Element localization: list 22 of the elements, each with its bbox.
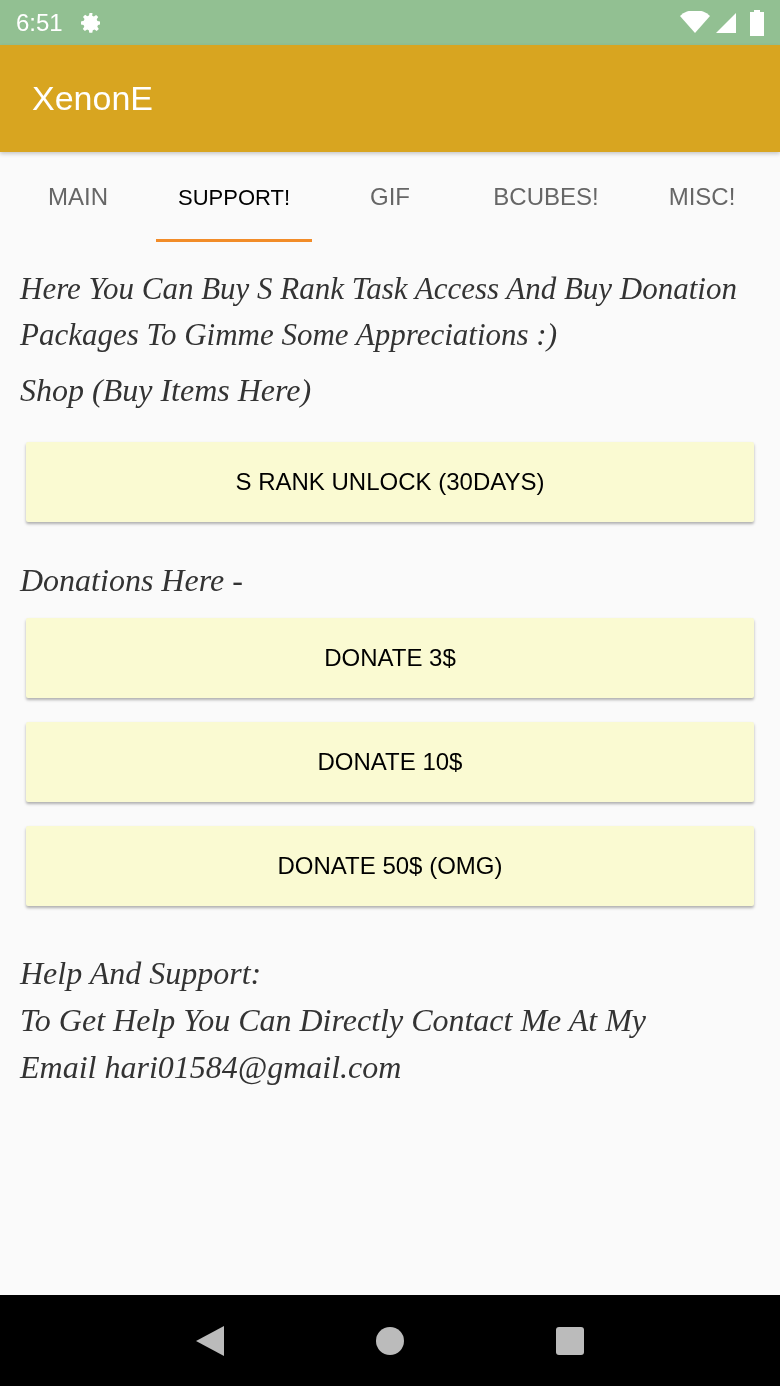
home-icon[interactable] bbox=[376, 1326, 404, 1355]
shop-button[interactable]: DONATE 3$ bbox=[26, 618, 754, 698]
shop-heading: Shop (Buy Items Here) bbox=[19, 371, 313, 410]
status-time: 6:51 bbox=[16, 7, 63, 38]
tab[interactable]: GIF bbox=[312, 152, 468, 242]
tab[interactable]: MAIN bbox=[0, 152, 156, 242]
help-text: To Get Help You Can Directly Contact Me At My Email hari01584@gmail.com bbox=[20, 1001, 648, 1087]
back-icon[interactable] bbox=[196, 1325, 224, 1356]
donations-heading: Donations Here - bbox=[18, 561, 244, 600]
wifi-icon bbox=[680, 10, 710, 35]
help-title: Help And Support: bbox=[20, 954, 263, 993]
tab[interactable]: SUPPORT! bbox=[156, 152, 312, 242]
intro-text: Here You Can Buy S Rank Task Access And Buy Donation Packages To Gimme Some Appreciations :) bbox=[18, 270, 738, 354]
app-title: XenonE bbox=[32, 78, 153, 119]
settings-icon bbox=[78, 10, 103, 35]
overview-icon[interactable] bbox=[556, 1326, 584, 1355]
tab[interactable]: BCUBES! bbox=[468, 152, 624, 242]
shop-button[interactable]: DONATE 50$ (OMG) bbox=[26, 826, 754, 906]
battery-icon bbox=[750, 9, 764, 36]
shop-button[interactable]: DONATE 10$ bbox=[26, 722, 754, 802]
tab[interactable]: MISC! bbox=[624, 152, 780, 242]
shop-button[interactable]: S RANK UNLOCK (30DAYS) bbox=[26, 442, 754, 522]
